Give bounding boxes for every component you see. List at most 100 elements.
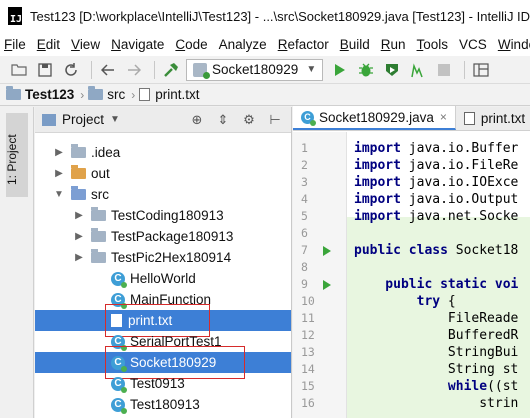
tree-item-testcoding180913[interactable]: ▶ TestCoding180913 — [35, 205, 291, 226]
code-keyword: try — [354, 294, 448, 309]
menu-item-vcs[interactable]: VCS — [459, 37, 487, 52]
stop-icon[interactable] — [433, 59, 455, 81]
line-number: 8 — [293, 259, 346, 276]
project-structure-icon[interactable] — [470, 59, 492, 81]
close-icon[interactable]: × — [440, 110, 447, 124]
line-number-text: 15 — [301, 379, 315, 393]
menu-item-file[interactable]: File — [4, 37, 26, 52]
code-line: String st — [354, 361, 530, 378]
project-view-select[interactable]: Project — [62, 112, 104, 127]
line-number-gutter: 1 2 3 4 5 6 7 8 9 10 11 12 13 14 15 16 — [293, 132, 347, 418]
menu-item-tools[interactable]: Tools — [417, 37, 449, 52]
run-gutter-icon[interactable] — [323, 246, 331, 256]
code-line: import java.io.Buffer — [354, 140, 530, 157]
tree-item-out[interactable]: ▶ out — [35, 163, 291, 184]
tree-item-helloworld[interactable]: C HelloWorld — [35, 268, 291, 289]
hide-panel-icon[interactable]: ⊢ — [265, 112, 285, 128]
line-number: 3 — [293, 174, 346, 191]
class-config-icon — [193, 62, 210, 79]
collapse-all-icon[interactable]: ⇕ — [213, 112, 233, 128]
menu-item-window[interactable]: Window — [498, 37, 530, 52]
line-number-text: 4 — [301, 192, 308, 206]
tree-item-testpic2hex180914[interactable]: ▶ TestPic2Hex180914 — [35, 247, 291, 268]
java-class-icon: C — [111, 397, 127, 414]
menu-item-build[interactable]: Build — [340, 37, 370, 52]
code-text[interactable]: import java.io.Buffer import java.io.File… — [347, 132, 530, 418]
tree-item--idea[interactable]: ▶ .idea — [35, 142, 291, 163]
scroll-from-source-icon[interactable]: ⊕ — [187, 112, 207, 128]
code-line: while((st — [354, 378, 530, 395]
run-icon[interactable] — [329, 59, 351, 81]
tree-item-testpackage180913[interactable]: ▶ TestPackage180913 — [35, 226, 291, 247]
open-folder-icon[interactable] — [8, 59, 30, 81]
line-number: 13 — [293, 344, 346, 361]
folder-icon — [91, 249, 106, 263]
profile-icon[interactable] — [407, 59, 429, 81]
expand-down-icon[interactable]: ▼ — [53, 189, 65, 200]
editor-tab-print-txt[interactable]: print.txt× — [456, 106, 530, 130]
menu-item-navigate[interactable]: Navigate — [111, 37, 164, 52]
line-number: 6 — [293, 225, 346, 242]
expand-right-icon[interactable]: ▶ — [73, 210, 85, 221]
breadcrumb-src[interactable]: src — [88, 86, 125, 102]
expand-right-icon[interactable]: ▶ — [73, 252, 85, 263]
tree-item-test0913[interactable]: C Test0913 — [35, 373, 291, 394]
code-line: FileReade — [354, 310, 530, 327]
menu-item-edit[interactable]: Edit — [37, 37, 60, 52]
line-number: 1 — [293, 140, 346, 157]
chevron-down-icon[interactable]: ▼ — [110, 114, 120, 125]
run-with-coverage-icon[interactable] — [381, 59, 403, 81]
line-number-text: 3 — [301, 175, 308, 189]
editor-tab-label: print.txt — [480, 110, 526, 126]
breadcrumb-project[interactable]: Test123 — [6, 86, 74, 102]
tree-item-test180913[interactable]: C Test180913 — [35, 394, 291, 415]
code-area[interactable]: 1 2 3 4 5 6 7 8 9 10 11 12 13 14 15 16 import java.io.B… — [293, 132, 530, 418]
breadcrumb-file[interactable]: print.txt — [139, 87, 200, 102]
code-line: try { — [354, 293, 530, 310]
save-all-icon[interactable] — [34, 59, 56, 81]
menu-item-refactor[interactable]: Refactor — [278, 37, 329, 52]
editor-tab-label: Socket180929.java — [319, 109, 434, 125]
code-token: java.io.Buffer — [408, 141, 519, 156]
menu-item-analyze[interactable]: Analyze — [219, 37, 267, 52]
code-line: public static voi — [354, 276, 530, 293]
java-class-icon: C — [111, 271, 127, 288]
code-keyword: public static — [354, 277, 495, 292]
debug-bug-icon[interactable] — [355, 59, 377, 81]
synchronize-icon[interactable] — [60, 59, 82, 81]
run-gutter-icon[interactable] — [323, 280, 331, 290]
editor-area: CSocket180929.java×print.txt× 1234567891… — [293, 106, 530, 418]
code-token: FileReade — [354, 311, 519, 326]
java-class-icon: C — [111, 376, 127, 393]
menu-item-run[interactable]: Run — [381, 37, 406, 52]
line-number: 14 — [293, 361, 346, 378]
line-number: 16 — [293, 395, 346, 412]
menu-item-view[interactable]: View — [71, 37, 100, 52]
expand-right-icon[interactable]: ▶ — [73, 231, 85, 242]
expand-right-icon[interactable]: ▶ — [53, 147, 65, 158]
window-title: Test123 [D:\workplace\IntelliJ\Test123] … — [30, 8, 530, 24]
line-number: 5 — [293, 208, 346, 225]
line-number-text: 6 — [301, 226, 308, 240]
gear-icon[interactable]: ⚙ — [239, 112, 259, 128]
title-bar: IJ Test123 [D:\workplace\IntelliJ\Test12… — [0, 0, 530, 32]
run-configuration-select[interactable]: Socket180929 ▼ — [186, 58, 324, 81]
menu-mnemonic: F — [4, 36, 13, 52]
menu-mnemonic: N — [111, 36, 121, 52]
expand-right-icon[interactable]: ▶ — [53, 168, 65, 179]
tree-item-label: src — [91, 187, 109, 202]
back-arrow-icon[interactable] — [97, 59, 119, 81]
menu-item-code[interactable]: Code — [175, 37, 207, 52]
build-hammer-icon[interactable] — [160, 59, 182, 81]
forward-arrow-icon[interactable] — [123, 59, 145, 81]
breadcrumb-separator-icon: › — [131, 87, 136, 102]
navigation-bar: Test123 › src › print.txt — [0, 84, 530, 106]
code-keyword: while — [354, 379, 488, 394]
tree-item-src[interactable]: ▼ src — [35, 184, 291, 205]
line-number-text: 8 — [301, 260, 308, 274]
source-folder-icon — [71, 186, 86, 200]
code-token: Socket18 — [455, 243, 519, 258]
tree-item-label: TestPackage180913 — [111, 229, 234, 244]
editor-tab-socket180929-java[interactable]: C Socket180929.java × — [293, 106, 456, 130]
code-line: public class Socket18 — [354, 242, 530, 259]
